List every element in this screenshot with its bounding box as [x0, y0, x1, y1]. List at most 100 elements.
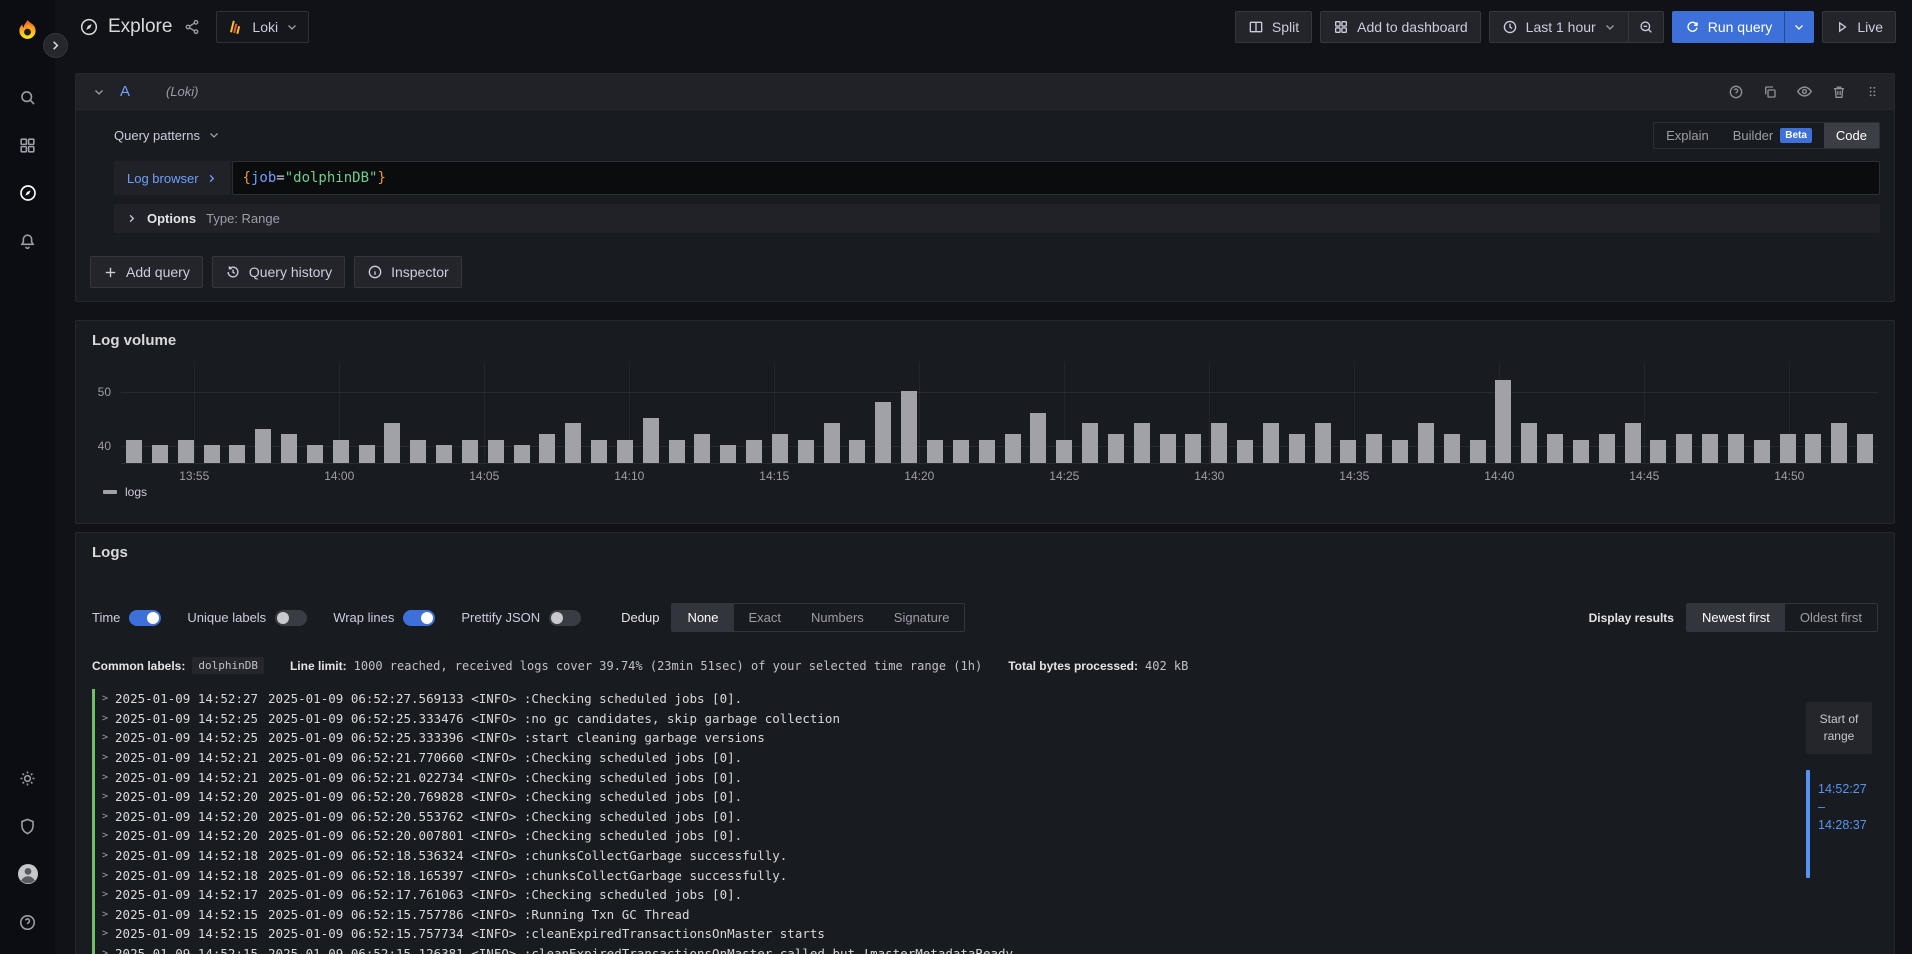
log-volume-bar — [1547, 434, 1563, 463]
sidebar-item-alerting[interactable] — [0, 217, 55, 265]
log-row[interactable]: >2025-01-09 14:52:212025-01-09 06:52:21.… — [92, 748, 1764, 768]
order-option-newest-first[interactable]: Newest first — [1687, 604, 1785, 631]
expand-log-chevron-icon[interactable]: > — [102, 870, 108, 881]
sidebar-item-profile[interactable] — [0, 850, 55, 898]
dedup-option-numbers[interactable]: Numbers — [796, 604, 879, 631]
order-option-oldest-first[interactable]: Oldest first — [1785, 604, 1877, 631]
log-browser-button[interactable]: Log browser — [114, 161, 230, 195]
query-row-header[interactable]: A (Loki) — [76, 74, 1894, 110]
log-row[interactable]: >2025-01-09 14:52:252025-01-09 06:52:25.… — [92, 709, 1764, 729]
tab-explain[interactable]: Explain — [1654, 123, 1721, 148]
query-ref-id[interactable]: A — [120, 83, 166, 100]
logql-query-input[interactable]: {job="dolphinDB"} — [232, 161, 1880, 195]
add-query-button[interactable]: Add query — [90, 256, 203, 288]
chart-legend: logs — [103, 485, 1878, 499]
time-range-button[interactable]: Last 1 hour — [1489, 11, 1628, 43]
help-circle-icon[interactable] — [1728, 84, 1744, 100]
log-row[interactable]: >2025-01-09 14:52:172025-01-09 06:52:17.… — [92, 885, 1764, 905]
run-query-dropdown[interactable] — [1784, 11, 1814, 43]
log-volume-bar — [514, 445, 530, 463]
legend-series-label[interactable]: logs — [125, 485, 147, 499]
legend-series-swatch[interactable] — [103, 490, 117, 494]
hide-query-eye-icon[interactable] — [1796, 83, 1813, 100]
log-row[interactable]: >2025-01-09 14:52:252025-01-09 06:52:25.… — [92, 728, 1764, 748]
copy-query-icon[interactable] — [1762, 84, 1778, 100]
run-query-button[interactable]: Run query — [1672, 11, 1785, 43]
log-timestamp: 2025-01-09 14:52:21 — [115, 770, 258, 785]
expand-log-chevron-icon[interactable]: > — [102, 752, 108, 763]
x-axis-label: 14:25 — [1049, 469, 1079, 483]
toggle-switch-prettify-json[interactable] — [549, 610, 581, 626]
beta-badge: Beta — [1780, 128, 1812, 143]
log-row[interactable]: >2025-01-09 14:52:152025-01-09 06:52:15.… — [92, 924, 1764, 944]
share-icon — [184, 19, 200, 35]
dedup-option-none[interactable]: None — [672, 604, 733, 631]
toggle-switch-unique-labels[interactable] — [275, 610, 307, 626]
x-gridline — [1644, 362, 1645, 463]
add-to-dashboard-button[interactable]: Add to dashboard — [1320, 11, 1481, 43]
log-volume-bar — [1702, 434, 1718, 463]
sidebar-item-dashboards[interactable] — [0, 121, 55, 169]
log-row[interactable]: >2025-01-09 14:52:182025-01-09 06:52:18.… — [92, 865, 1764, 885]
log-row[interactable]: >2025-01-09 14:52:182025-01-09 06:52:18.… — [92, 846, 1764, 866]
query-options-toggle[interactable]: Options Type: Range — [114, 204, 1880, 233]
query-editor-buttons: Add query Query history Inspector — [76, 245, 1894, 301]
query-patterns-dropdown[interactable]: Query patterns — [114, 128, 220, 143]
log-row[interactable]: >2025-01-09 14:52:202025-01-09 06:52:20.… — [92, 807, 1764, 827]
log-row[interactable]: >2025-01-09 14:52:202025-01-09 06:52:20.… — [92, 826, 1764, 846]
expand-log-chevron-icon[interactable]: > — [102, 830, 108, 841]
range-dash: – — [1818, 800, 1867, 814]
delete-query-trash-icon[interactable] — [1831, 84, 1847, 100]
sidebar-item-settings[interactable] — [0, 754, 55, 802]
tab-code[interactable]: Code — [1824, 123, 1879, 148]
toggle-switch-time[interactable] — [129, 610, 161, 626]
log-volume-bar — [1780, 434, 1796, 463]
tab-builder[interactable]: Builder Beta — [1721, 123, 1824, 148]
toggle-knob — [277, 612, 289, 624]
log-volume-plot[interactable]: 5040 — [121, 362, 1878, 464]
sidebar-item-help[interactable] — [0, 898, 55, 946]
expand-log-chevron-icon[interactable]: > — [102, 850, 108, 861]
live-button[interactable]: Live — [1822, 11, 1896, 43]
expand-log-chevron-icon[interactable]: > — [102, 948, 108, 954]
zoom-out-time-button[interactable] — [1628, 11, 1664, 43]
expand-log-chevron-icon[interactable]: > — [102, 889, 108, 900]
expand-log-chevron-icon[interactable]: > — [102, 909, 108, 920]
start-of-range-button[interactable]: Start of range — [1806, 702, 1872, 754]
log-volume-bar — [1805, 434, 1821, 463]
expand-sidebar-button[interactable] — [43, 33, 68, 58]
collapse-query-row-button[interactable] — [93, 86, 105, 98]
split-button[interactable]: Split — [1235, 11, 1312, 43]
expand-log-chevron-icon[interactable]: > — [102, 811, 108, 822]
log-volume-chart[interactable]: 5040 13:5514:0014:0514:1014:1514:2014:25… — [121, 362, 1878, 499]
toggle-switch-wrap-lines[interactable] — [403, 610, 435, 626]
log-timestamp: 2025-01-09 14:52:15 — [115, 926, 258, 941]
log-row[interactable]: >2025-01-09 14:52:152025-01-09 06:52:15.… — [92, 905, 1764, 925]
explore-toolbar: Explore Loki Split — [55, 0, 1912, 54]
log-row[interactable]: >2025-01-09 14:52:202025-01-09 06:52:20.… — [92, 787, 1764, 807]
expand-log-chevron-icon[interactable]: > — [102, 732, 108, 743]
log-row[interactable]: >2025-01-09 14:52:152025-01-09 06:52:15.… — [92, 944, 1764, 954]
datasource-picker[interactable]: Loki — [216, 11, 309, 43]
sidebar-item-security[interactable] — [0, 802, 55, 850]
dedup-option-exact[interactable]: Exact — [734, 604, 797, 631]
dedup-option-signature[interactable]: Signature — [879, 604, 965, 631]
dashboards-icon — [18, 136, 37, 155]
grafana-flame-icon — [14, 18, 41, 45]
drag-handle-icon[interactable] — [1865, 84, 1880, 99]
expand-log-chevron-icon[interactable]: > — [102, 928, 108, 939]
log-row[interactable]: >2025-01-09 14:52:212025-01-09 06:52:21.… — [92, 767, 1764, 787]
sidebar-item-explore[interactable] — [0, 169, 55, 217]
log-volume-bar — [1237, 440, 1253, 463]
query-history-button[interactable]: Query history — [212, 256, 345, 288]
sidebar-item-search[interactable] — [0, 73, 55, 121]
expand-log-chevron-icon[interactable]: > — [102, 772, 108, 783]
help-circle-icon — [18, 913, 37, 932]
share-shortlink-button[interactable] — [184, 19, 200, 35]
expand-log-chevron-icon[interactable]: > — [102, 713, 108, 724]
expand-log-chevron-icon[interactable]: > — [102, 693, 108, 704]
log-row[interactable]: >2025-01-09 14:52:272025-01-09 06:52:27.… — [92, 689, 1764, 709]
expand-log-chevron-icon[interactable]: > — [102, 791, 108, 802]
range-selection-bar[interactable] — [1806, 770, 1810, 878]
inspector-button[interactable]: Inspector — [354, 256, 462, 288]
